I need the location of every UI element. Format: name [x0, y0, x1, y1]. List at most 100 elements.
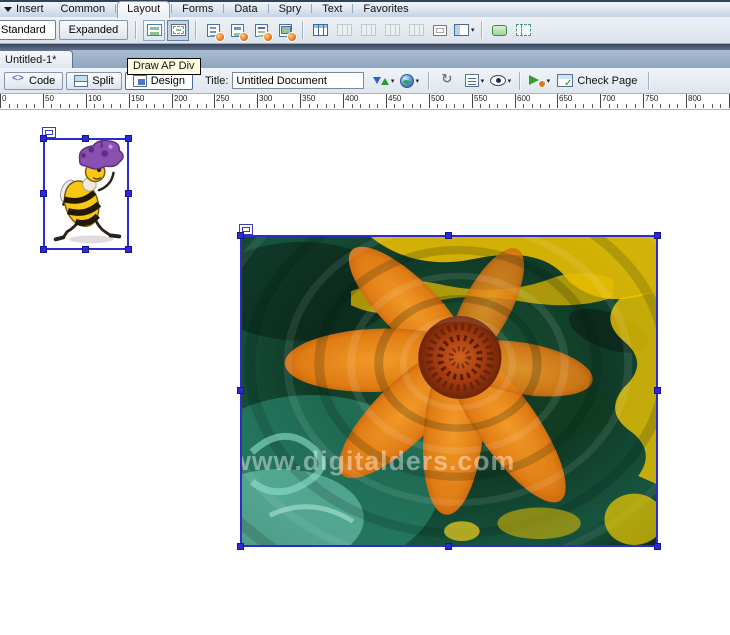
dropdown-arrow-icon[interactable] [471, 26, 475, 34]
spry-accordion-icon[interactable] [250, 20, 272, 41]
refresh-icon[interactable] [437, 70, 459, 91]
ruler-tick-label: 250 [216, 94, 229, 103]
selection-handle-e[interactable] [125, 190, 132, 197]
selection-handle-ne[interactable] [125, 135, 132, 142]
title-input[interactable] [232, 72, 364, 89]
insert-tab-layout[interactable]: Layout [117, 1, 170, 18]
insert-column-left-icon [381, 20, 403, 41]
toolbar-divider [648, 72, 649, 90]
draw-ap-div-icon [171, 24, 186, 36]
dropdown-arrow-icon[interactable] [481, 77, 485, 85]
draw-layout-cell-icon[interactable] [512, 20, 534, 41]
collapse-arrow-icon [4, 7, 12, 12]
ruler-tick [94, 104, 95, 108]
document-tab-strip: Untitled-1* Draw AP Div [0, 50, 730, 68]
dropdown-arrow-icon[interactable] [391, 77, 395, 85]
selection-handle-sw[interactable] [237, 543, 244, 550]
ruler-tick-label: 450 [388, 94, 401, 103]
ruler-tick-label: 500 [431, 94, 444, 103]
spry-tabbed-panels-icon[interactable] [226, 20, 248, 41]
ruler-tick [326, 104, 327, 108]
selection-handle-n[interactable] [82, 135, 89, 142]
insert-tab-favorites[interactable]: Favorites [354, 2, 417, 17]
dropdown-arrow-icon[interactable] [508, 77, 512, 85]
preview-in-browser-icon[interactable] [398, 70, 420, 91]
table-icon [313, 24, 328, 36]
insert-tab-text[interactable]: Text [313, 2, 351, 17]
ap-div-box-icon [433, 25, 447, 36]
dropdown-arrow-icon[interactable] [547, 77, 551, 85]
ruler-tick [43, 94, 44, 108]
spry-collapsible-panel-icon[interactable] [274, 20, 296, 41]
selection-handle-n[interactable] [445, 232, 452, 239]
mode-buttons: StandardExpanded [0, 20, 128, 40]
table-icon[interactable] [309, 20, 331, 41]
check-page-button[interactable]: Check Page [554, 70, 640, 91]
ap-div-bee[interactable] [43, 138, 129, 250]
code-view-icon [12, 75, 25, 86]
ruler-tick [660, 104, 661, 108]
live-data-icon[interactable] [528, 70, 550, 91]
file-management-icon [372, 74, 388, 88]
design-view-label: Design [151, 75, 185, 87]
ruler-tick [86, 94, 87, 108]
insert-tab-forms[interactable]: Forms [173, 2, 222, 17]
document-toolbar: CodeSplitDesign Title: Check Page [0, 68, 730, 94]
ruler-tick [172, 94, 173, 108]
ruler-tick [120, 104, 121, 108]
insert-panel-title[interactable]: Insert [0, 3, 52, 17]
tab-separator [352, 4, 353, 13]
selection-handle-e[interactable] [654, 387, 661, 394]
flower-ripple-image[interactable]: www.digitalders.com [242, 237, 656, 545]
draw-ap-div-icon[interactable] [167, 20, 189, 41]
toolbar-divider [302, 21, 303, 39]
split-view-button[interactable]: Split [66, 72, 121, 90]
design-view-icon [133, 75, 147, 87]
selection-handle-s[interactable] [82, 246, 89, 253]
ruler-tick [317, 104, 318, 108]
selection-handle-s[interactable] [445, 543, 452, 550]
dropdown-arrow-icon[interactable] [416, 77, 420, 85]
insert-bar: Insert CommonLayoutFormsData SpryTextFavo… [0, 0, 730, 17]
insert-tab-common[interactable]: Common [52, 2, 115, 17]
ruler-tick [506, 104, 507, 108]
standard-mode-button[interactable]: Standard [0, 20, 56, 40]
expanded-mode-button[interactable]: Expanded [59, 20, 129, 40]
visual-aids-icon[interactable] [489, 70, 511, 91]
selection-handle-se[interactable] [125, 246, 132, 253]
ruler-tick-label: 350 [302, 94, 315, 103]
document-tab[interactable]: Untitled-1* [0, 50, 73, 69]
design-canvas[interactable]: www.digitalders.com [0, 110, 730, 635]
draw-layout-table-icon[interactable] [488, 20, 510, 41]
file-management-icon[interactable] [372, 70, 394, 91]
ruler-tick [257, 94, 258, 108]
ap-div-box-icon[interactable] [429, 20, 451, 41]
bee-image[interactable] [45, 140, 127, 248]
selection-handle-w[interactable] [40, 190, 47, 197]
ruler-tick [643, 94, 644, 108]
ap-div-flower[interactable]: www.digitalders.com [240, 235, 658, 547]
selection-handle-sw[interactable] [40, 246, 47, 253]
insert-div-tag-icon[interactable] [143, 20, 165, 41]
ruler-tick [446, 104, 447, 108]
insert-tab-data[interactable]: Data [225, 2, 266, 17]
view-options-icon[interactable] [463, 70, 485, 91]
insert-icons [143, 20, 534, 41]
ruler-tick [720, 104, 721, 108]
frames-icon[interactable] [453, 20, 475, 41]
code-view-label: Code [29, 75, 55, 87]
spry-menu-bar-icon[interactable] [202, 20, 224, 41]
ruler-tick-label: 300 [259, 94, 272, 103]
insert-tab-spry[interactable]: Spry [270, 2, 311, 17]
selection-handle-nw[interactable] [237, 232, 244, 239]
selection-handle-w[interactable] [237, 387, 244, 394]
ruler-tick [635, 104, 636, 108]
ruler-tick-label: 750 [645, 94, 658, 103]
ruler-tick [292, 104, 293, 108]
selection-handle-se[interactable] [654, 543, 661, 550]
toolbar-divider [481, 21, 482, 39]
selection-handle-nw[interactable] [40, 135, 47, 142]
selection-handle-ne[interactable] [654, 232, 661, 239]
ruler-tick [472, 94, 473, 108]
code-view-button[interactable]: Code [4, 72, 63, 90]
